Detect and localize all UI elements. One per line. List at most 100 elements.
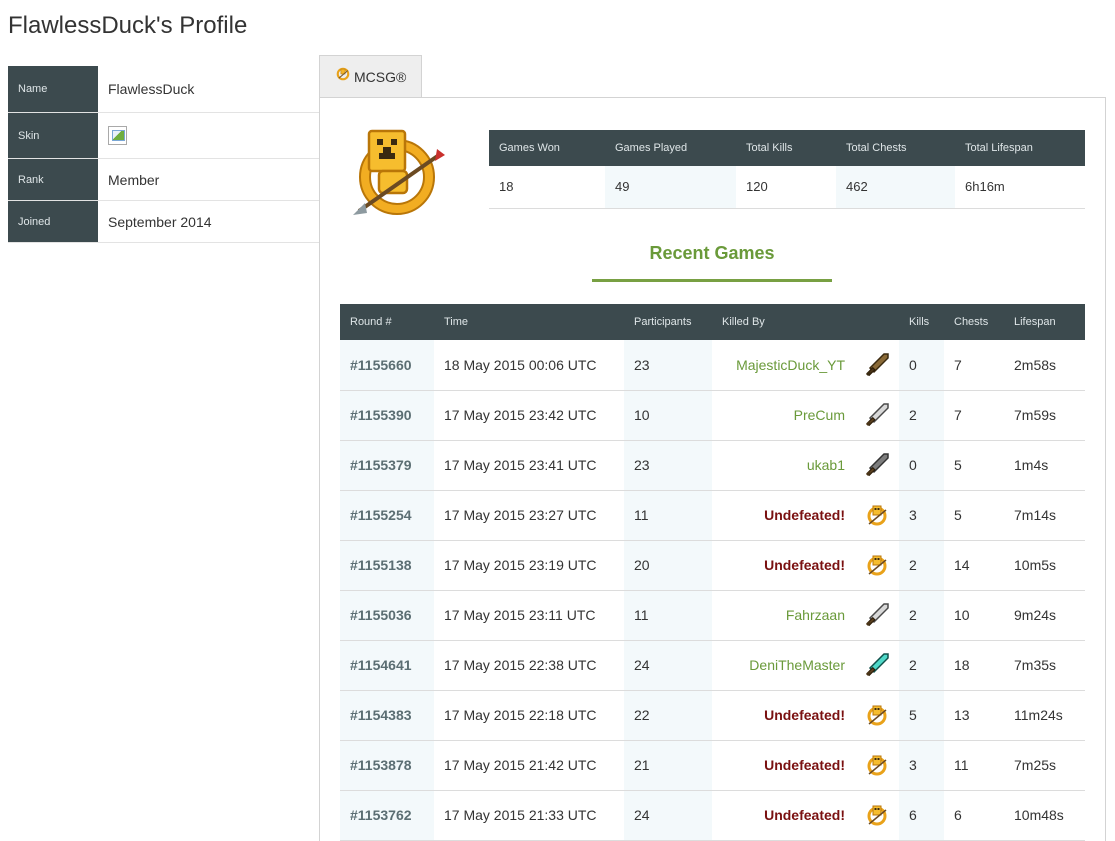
stats-header-total-chests: Total Chests — [836, 130, 955, 166]
stats-table: Games Won Games Played Total Kills Total… — [489, 130, 1085, 209]
game-kills: 2 — [899, 390, 944, 441]
game-kills: 6 — [899, 790, 944, 841]
table-row: #1153762 17 May 2015 21:33 UTC 24 Undefeate… — [340, 790, 1085, 841]
profile-row-name: Name FlawlessDuck — [8, 66, 319, 113]
diamond-sword-icon — [855, 640, 899, 691]
game-time: 17 May 2015 23:19 UTC — [434, 540, 624, 591]
game-participants: 21 — [624, 740, 712, 791]
iron-sword-icon — [855, 590, 899, 641]
game-kills: 2 — [899, 640, 944, 691]
game-participants: 22 — [624, 690, 712, 741]
round-link[interactable]: #1154383 — [340, 690, 434, 741]
mcsg-logo-icon — [336, 67, 350, 81]
recent-games-underline — [592, 279, 832, 282]
game-time: 17 May 2015 22:18 UTC — [434, 690, 624, 741]
game-participants: 10 — [624, 390, 712, 441]
skin-image-placeholder-icon — [108, 126, 127, 145]
game-participants: 24 — [624, 790, 712, 841]
name-value: FlawlessDuck — [108, 81, 195, 97]
game-lifespan: 7m35s — [1004, 640, 1085, 691]
game-time: 17 May 2015 23:27 UTC — [434, 490, 624, 541]
game-kills: 0 — [899, 340, 944, 391]
stats-header-total-lifespan: Total Lifespan — [955, 130, 1085, 166]
game-lifespan: 2m58s — [1004, 340, 1085, 391]
game-kills: 2 — [899, 540, 944, 591]
rank-value: Member — [108, 171, 160, 188]
stone-sword-icon — [855, 440, 899, 491]
round-link[interactable]: #1153878 — [340, 740, 434, 791]
stats-header-games-played: Games Played — [605, 130, 736, 166]
game-participants: 23 — [624, 440, 712, 491]
round-link[interactable]: #1155254 — [340, 490, 434, 541]
stats-total-chests: 462 — [836, 166, 955, 209]
game-lifespan: 7m25s — [1004, 740, 1085, 791]
game-time: 17 May 2015 23:42 UTC — [434, 390, 624, 441]
tab-mcsg[interactable]: MCSG® — [319, 55, 422, 98]
killed-by-link[interactable]: ukab1 — [712, 440, 855, 491]
game-chests: 10 — [944, 590, 1004, 641]
game-time: 17 May 2015 21:42 UTC — [434, 740, 624, 791]
profile-info-table: Name FlawlessDuck Skin Rank Member Joine… — [8, 66, 319, 243]
name-label: Name — [8, 66, 98, 112]
games-header-kills: Kills — [899, 304, 944, 340]
game-lifespan: 10m48s — [1004, 790, 1085, 841]
table-row: #1155390 17 May 2015 23:42 UTC 10 PreCum 2 7 7… — [340, 390, 1085, 441]
killed-by-link[interactable]: PreCum — [712, 390, 855, 441]
game-kills: 2 — [899, 590, 944, 641]
table-row: #1154641 17 May 2015 22:38 UTC 24 DeniTheMa… — [340, 640, 1085, 691]
killed-by-link[interactable]: DeniTheMaster — [712, 640, 855, 691]
joined-label: Joined — [8, 201, 98, 242]
skin-label: Skin — [8, 113, 98, 158]
joined-value: September 2014 — [108, 213, 212, 230]
stats-games-won: 18 — [489, 166, 605, 209]
profile-row-joined: Joined September 2014 — [8, 201, 319, 243]
game-chests: 11 — [944, 740, 1004, 791]
table-row: #1155379 17 May 2015 23:41 UTC 23 ukab1 0 5 1m… — [340, 440, 1085, 491]
mcsg-logo-icon — [855, 540, 899, 591]
game-lifespan: 11m24s — [1004, 690, 1085, 741]
games-header-time: Time — [434, 304, 624, 340]
mcsg-logo-icon — [855, 690, 899, 741]
game-chests: 7 — [944, 390, 1004, 441]
game-time: 18 May 2015 00:06 UTC — [434, 340, 624, 391]
round-link[interactable]: #1155138 — [340, 540, 434, 591]
round-link[interactable]: #1155379 — [340, 440, 434, 491]
game-time: 17 May 2015 21:33 UTC — [434, 790, 624, 841]
round-link[interactable]: #1155036 — [340, 590, 434, 641]
game-time: 17 May 2015 23:41 UTC — [434, 440, 624, 491]
game-lifespan: 10m5s — [1004, 540, 1085, 591]
mcsg-logo-icon — [855, 790, 899, 841]
game-kills: 3 — [899, 490, 944, 541]
killed-by-link[interactable]: Fahrzaan — [712, 590, 855, 641]
table-row: #1154383 17 May 2015 22:18 UTC 22 Undefeate… — [340, 690, 1085, 741]
stats-total-kills: 120 — [736, 166, 836, 209]
table-row: #1155036 17 May 2015 23:11 UTC 11 Fahrzaan 2… — [340, 590, 1085, 641]
game-chests: 7 — [944, 340, 1004, 391]
page-title: FlawlessDuck's Profile — [8, 12, 248, 39]
killed-by-link[interactable]: MajesticDuck_YT — [712, 340, 855, 391]
round-link[interactable]: #1155660 — [340, 340, 434, 391]
games-header-lifespan: Lifespan — [1004, 304, 1085, 340]
stats-games-played: 49 — [605, 166, 736, 209]
game-participants: 24 — [624, 640, 712, 691]
game-lifespan: 9m24s — [1004, 590, 1085, 641]
undefeated-label: Undefeated! — [712, 540, 855, 591]
round-link[interactable]: #1153762 — [340, 790, 434, 841]
round-link[interactable]: #1155390 — [340, 390, 434, 441]
game-kills: 0 — [899, 440, 944, 491]
profile-row-skin: Skin — [8, 113, 319, 159]
recent-games-title: Recent Games — [649, 243, 775, 263]
stats-header-games-won: Games Won — [489, 130, 605, 166]
table-row: #1155254 17 May 2015 23:27 UTC 11 Undefeate… — [340, 490, 1085, 541]
game-time: 17 May 2015 22:38 UTC — [434, 640, 624, 691]
game-chests: 5 — [944, 490, 1004, 541]
game-kills: 5 — [899, 690, 944, 741]
game-kills: 3 — [899, 740, 944, 791]
round-link[interactable]: #1154641 — [340, 640, 434, 691]
games-header-killed-by: Killed By — [712, 304, 855, 340]
game-participants: 11 — [624, 590, 712, 641]
games-header-round: Round # — [340, 304, 434, 340]
game-chests: 14 — [944, 540, 1004, 591]
table-row: #1153878 17 May 2015 21:42 UTC 21 Undefeate… — [340, 740, 1085, 791]
game-lifespan: 7m59s — [1004, 390, 1085, 441]
